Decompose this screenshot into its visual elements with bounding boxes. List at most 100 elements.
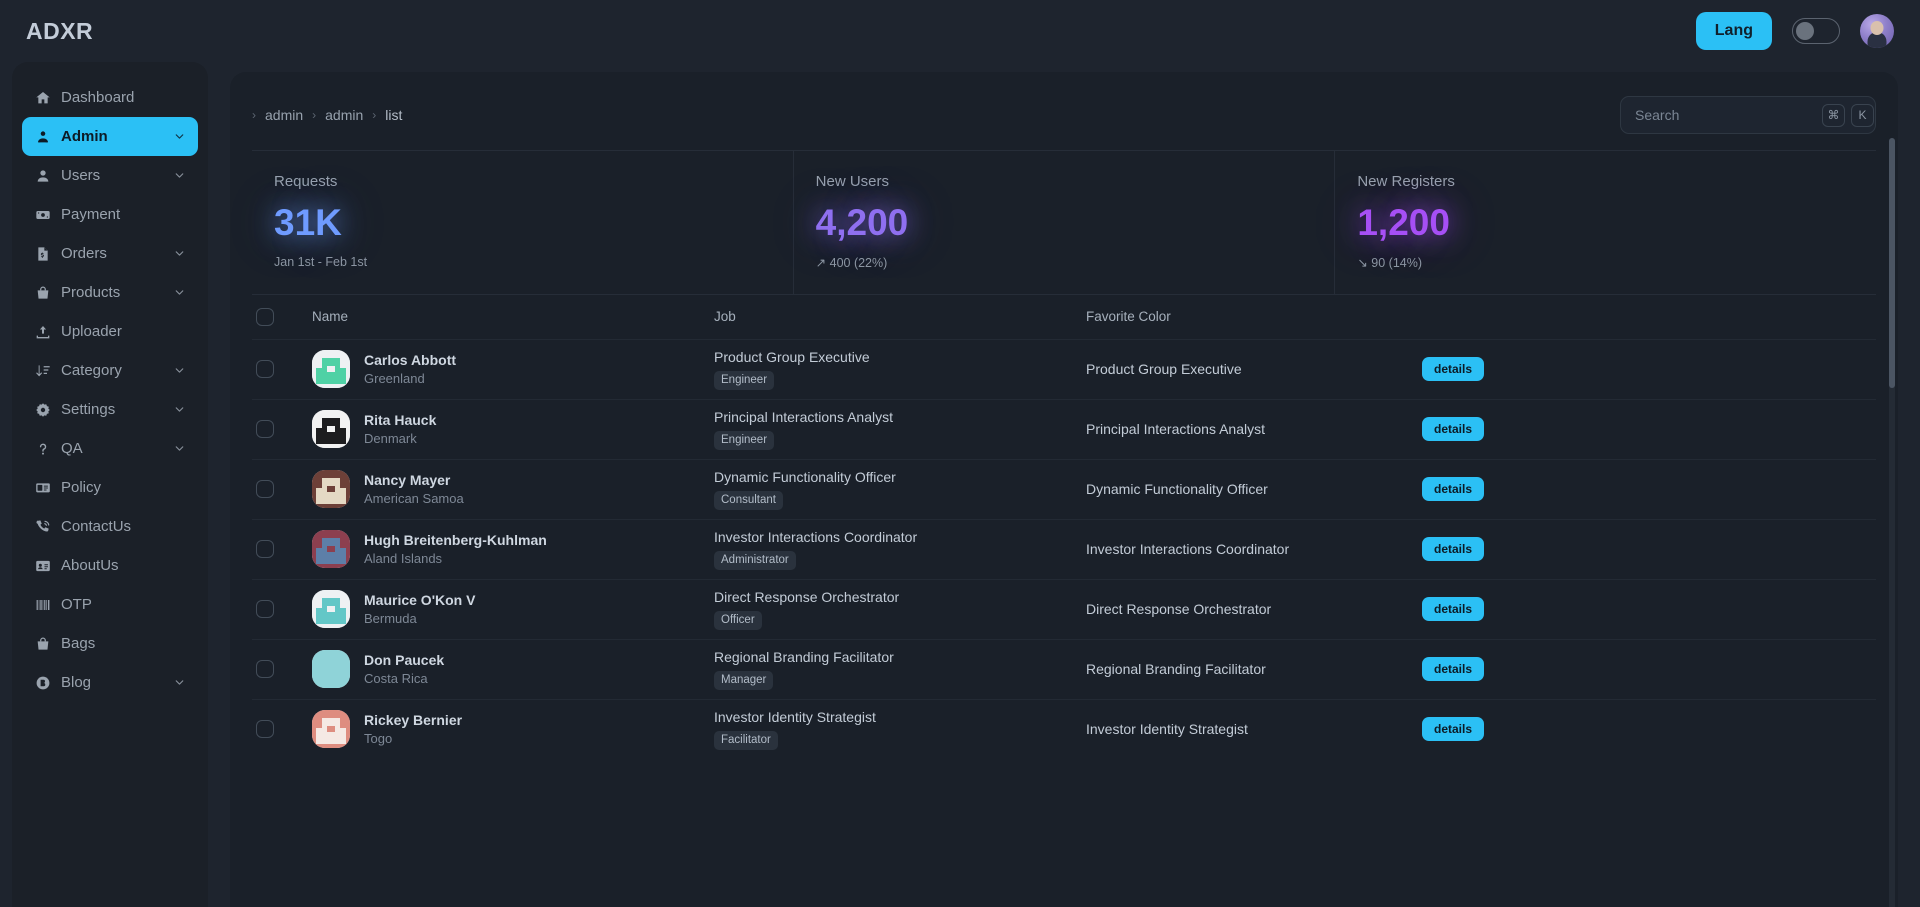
sidebar-item-contactus[interactable]: ContactUs	[22, 507, 198, 546]
column-header-job[interactable]: Job	[714, 309, 1086, 324]
row-checkbox[interactable]	[256, 600, 274, 619]
breadcrumb-separator: ›	[312, 108, 317, 122]
row-details-button[interactable]: details	[1422, 537, 1485, 562]
breadcrumb-item-list[interactable]: list	[385, 107, 402, 123]
table-row[interactable]: Nancy Mayer American Samoa Dynamic Functio…	[252, 458, 1876, 519]
row-favorite-cell: Direct Response Orchestrator details	[1086, 597, 1872, 622]
sidebar-item-payment[interactable]: Payment	[22, 195, 198, 234]
sidebar-item-users[interactable]: Users	[22, 156, 198, 195]
row-checkbox[interactable]	[256, 480, 274, 499]
row-favorite-cell: Product Group Executive details	[1086, 357, 1872, 382]
page-scrollbar[interactable]	[1889, 138, 1895, 907]
sidebar-item-label: Payment	[61, 206, 121, 223]
row-name-cell: Nancy Mayer American Samoa	[312, 470, 714, 509]
sidebar-item-blog[interactable]: Blog	[22, 663, 198, 702]
sidebar-item-qa[interactable]: QA	[22, 429, 198, 468]
invoice-icon	[34, 245, 51, 262]
sidebar-item-otp[interactable]: OTP	[22, 585, 198, 624]
sidebar-item-label: Products	[61, 284, 121, 301]
app-brand: ADXR	[26, 17, 94, 44]
sidebar-item-products[interactable]: Products	[22, 273, 198, 312]
table-row[interactable]: Rita Hauck Denmark Principal Interactions …	[252, 398, 1876, 459]
row-checkbox[interactable]	[256, 540, 274, 559]
row-details-button[interactable]: details	[1422, 357, 1485, 382]
row-person-name: Nancy Mayer	[364, 472, 451, 489]
chevron-down-icon[interactable]	[173, 169, 186, 182]
row-person-name: Rickey Bernier	[364, 712, 463, 729]
table-row[interactable]: Don Paucek Costa Rica Regional Branding Fa…	[252, 638, 1876, 699]
main-area: › admin › admin › list ⌘ K Requests 31K Jan 1st…	[208, 62, 1920, 907]
app-shell: Dashboard Admin Users Payment Orders Products…	[0, 62, 1920, 907]
row-checkbox[interactable]	[256, 660, 274, 679]
row-checkbox[interactable]	[256, 420, 274, 439]
stat-title: Requests	[274, 173, 338, 190]
table-row[interactable]: Rickey Bernier Togo Investor Identity Stra…	[252, 698, 1876, 759]
avatar[interactable]	[1860, 14, 1894, 48]
row-job-cell: Product Group Executive Engineer	[714, 349, 1086, 390]
chevron-down-icon[interactable]	[173, 676, 186, 689]
row-name-cell: Rickey Bernier Togo	[312, 710, 714, 749]
row-job-title: Regional Branding Facilitator	[714, 649, 894, 666]
row-job-cell: Direct Response Orchestrator Officer	[714, 589, 1086, 630]
table-body: Carlos Abbott Greenland Product Group Exec…	[252, 338, 1876, 759]
row-name-cell: Don Paucek Costa Rica	[312, 650, 714, 689]
row-checkbox[interactable]	[256, 360, 274, 379]
row-details-button[interactable]: details	[1422, 417, 1485, 442]
column-header-favorite-color[interactable]: Favorite Color	[1086, 309, 1872, 324]
panel-header: › admin › admin › list ⌘ K	[252, 90, 1876, 150]
search-input[interactable]	[1635, 107, 1816, 123]
select-all-checkbox[interactable]	[256, 307, 274, 326]
chevron-down-icon[interactable]	[173, 247, 186, 260]
language-button[interactable]: Lang	[1695, 12, 1772, 50]
row-person-name: Hugh Breitenberg-Kuhlman	[364, 532, 547, 549]
row-details-button[interactable]: details	[1422, 477, 1485, 502]
sidebar-item-dashboard[interactable]: Dashboard	[22, 78, 198, 117]
row-select-cell	[256, 540, 312, 559]
sidebar-item-uploader[interactable]: Uploader	[22, 312, 198, 351]
row-avatar	[312, 590, 350, 629]
table-row[interactable]: Maurice O'Kon V Bermuda Direct Response Or…	[252, 578, 1876, 639]
table-row[interactable]: Hugh Breitenberg-Kuhlman Aland Islands Inv…	[252, 518, 1876, 579]
chevron-down-icon[interactable]	[173, 403, 186, 416]
stat-subtext: Jan 1st - Feb 1st	[274, 254, 368, 269]
row-favorite-cell: Investor Interactions Coordinator details	[1086, 537, 1872, 562]
top-bar-actions: Lang	[1695, 12, 1894, 50]
barcode-icon	[34, 596, 51, 613]
row-details-button[interactable]: details	[1422, 657, 1485, 682]
row-job-title: Principal Interactions Analyst	[714, 409, 893, 426]
chevron-down-icon[interactable]	[173, 286, 186, 299]
theme-toggle[interactable]	[1792, 18, 1840, 44]
sidebar-item-orders[interactable]: Orders	[22, 234, 198, 273]
column-header-name[interactable]: Name	[312, 309, 714, 324]
row-job-tag: Manager	[714, 671, 774, 690]
row-favorite-cell: Principal Interactions Analyst details	[1086, 417, 1872, 442]
sidebar-item-bags[interactable]: Bags	[22, 624, 198, 663]
row-favorite-color: Product Group Executive	[1086, 361, 1242, 378]
row-name-cell: Rita Hauck Denmark	[312, 410, 714, 449]
chevron-down-icon[interactable]	[173, 442, 186, 455]
breadcrumb-item-admin[interactable]: admin	[265, 107, 303, 123]
row-name-cell: Hugh Breitenberg-Kuhlman Aland Islands	[312, 530, 714, 569]
row-checkbox[interactable]	[256, 720, 274, 739]
breadcrumb-item-admin[interactable]: admin	[325, 107, 363, 123]
chevron-down-icon[interactable]	[173, 364, 186, 377]
sidebar-item-label: Dashboard	[61, 89, 135, 106]
sidebar-item-admin[interactable]: Admin	[22, 117, 198, 156]
row-person-name: Rita Hauck	[364, 412, 437, 429]
search-box[interactable]: ⌘ K	[1620, 96, 1876, 134]
row-details-button[interactable]: details	[1422, 597, 1485, 622]
content-panel: › admin › admin › list ⌘ K Requests 31K Jan 1st…	[230, 72, 1898, 907]
row-details-button[interactable]: details	[1422, 717, 1485, 742]
row-location: Bermuda	[364, 611, 417, 627]
chevron-down-icon[interactable]	[173, 130, 186, 143]
sidebar-item-label: Users	[61, 167, 101, 184]
table-row[interactable]: Carlos Abbott Greenland Product Group Exec…	[252, 338, 1876, 399]
scrollbar-thumb[interactable]	[1889, 138, 1895, 388]
sidebar-item-aboutus[interactable]: AboutUs	[22, 546, 198, 585]
user-icon	[34, 167, 51, 184]
sidebar-item-label: Uploader	[61, 323, 122, 340]
sidebar-item-settings[interactable]: Settings	[22, 390, 198, 429]
row-person-name: Maurice O'Kon V	[364, 592, 476, 609]
sidebar-item-category[interactable]: Category	[22, 351, 198, 390]
sidebar-item-policy[interactable]: Policy	[22, 468, 198, 507]
